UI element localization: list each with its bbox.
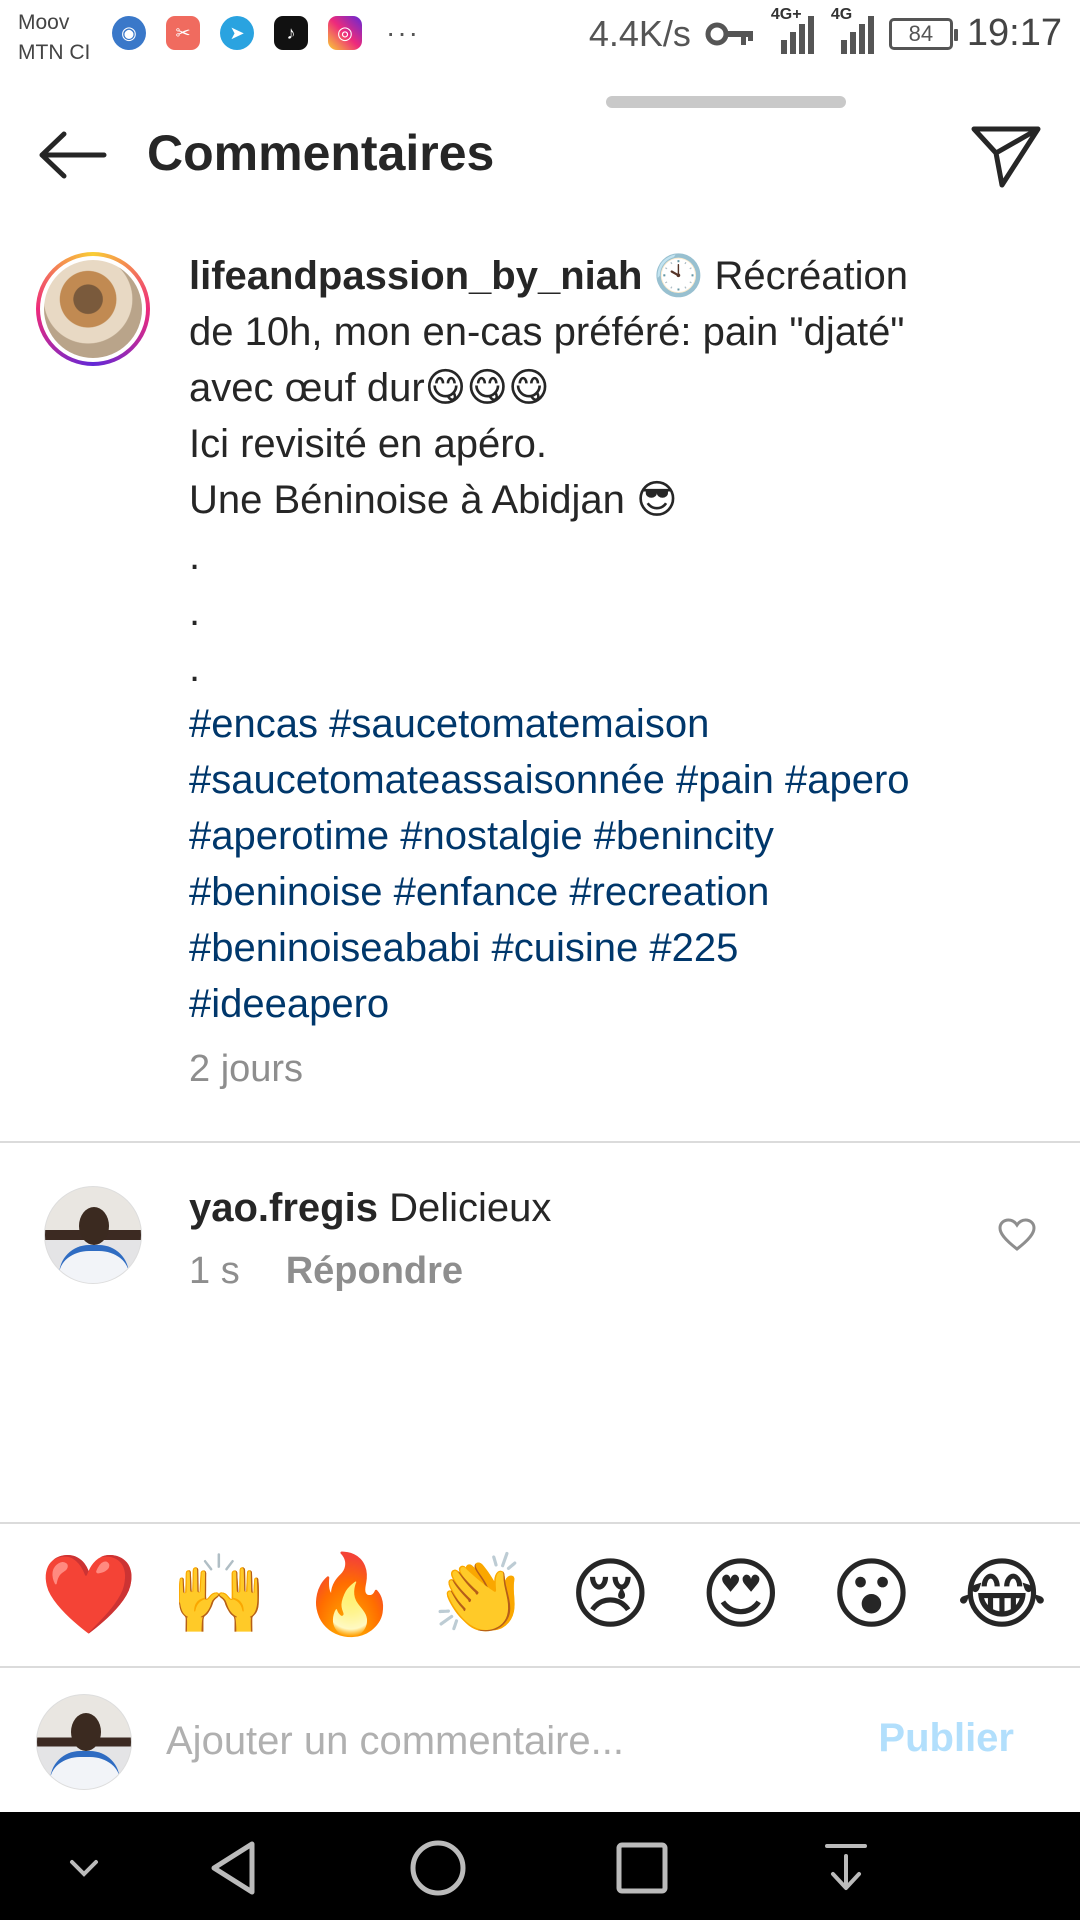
comment-meta: 1 s Répondre (189, 1250, 463, 1293)
comment-timestamp: 1 s (189, 1250, 240, 1292)
clock: 19:17 (966, 12, 1062, 54)
emoji-heart[interactable]: ❤️ (40, 1550, 137, 1640)
hashtag-line[interactable]: #beninoise #enfance #recreation (189, 864, 1029, 920)
nav-notification-button[interactable] (816, 1838, 876, 1898)
hashtag-line[interactable]: #encas #saucetomatemaison (189, 696, 1029, 752)
status-right: 4.4K/s 4G+ 4G 84 19:17 (588, 6, 1062, 55)
hashtag-line[interactable]: #ideeapero (189, 976, 1029, 1032)
comment-input-bar: Publier (0, 1668, 1080, 1810)
app-notification-icon: ◉ (112, 16, 146, 50)
network-speed: 4.4K/s (588, 12, 691, 54)
vpn-key-icon (705, 22, 753, 45)
status-bar: Moov MTN CI ◉ ✂ ➤ ♪ ◎ ··· 4.4K/s 4G+ 4G (0, 0, 1080, 72)
emoji-crying[interactable]: 😢 (562, 1550, 658, 1640)
share-button[interactable] (966, 116, 1046, 196)
comment-username[interactable]: yao.fregis (189, 1186, 378, 1230)
current-user-avatar (36, 1694, 132, 1790)
comment-body: yao.fregis Delicieux (189, 1182, 551, 1234)
hashtag-line[interactable]: #beninoiseababi #cuisine #225 (189, 920, 1029, 976)
circle-home-icon (410, 1840, 466, 1896)
like-comment-button[interactable] (994, 1212, 1040, 1258)
system-nav-bar (0, 1812, 1080, 1920)
nav-home-button[interactable] (408, 1838, 468, 1898)
caption-line: . (189, 534, 201, 578)
signal-2-type: 4G (830, 5, 853, 23)
caption-line: . (189, 646, 201, 690)
more-notifications-icon: ··· (386, 17, 420, 48)
nav-back-button[interactable] (204, 1838, 264, 1898)
avatar-face (79, 1207, 109, 1245)
comment-input[interactable] (166, 1708, 866, 1774)
avatar-shirt (59, 1245, 129, 1283)
reply-button[interactable]: Répondre (286, 1250, 463, 1293)
caption-first-line: lifeandpassion_by_niah 🕙 Récréation (189, 248, 1029, 304)
carrier-label: Moov MTN CI (18, 8, 90, 68)
carrier-1: Moov (18, 11, 70, 34)
emoji-laughing[interactable]: 😂 (954, 1550, 1050, 1640)
avatar-border (40, 256, 146, 362)
emoji-surprised[interactable]: 😮 (823, 1550, 919, 1640)
emoji-raising-hands[interactable]: 🙌 (171, 1550, 268, 1640)
author-avatar[interactable] (36, 252, 150, 366)
signal-1-type: 4G+ (770, 5, 802, 23)
pull-down-icon (825, 1844, 867, 1890)
commenter-avatar[interactable] (44, 1186, 142, 1284)
hashtag-line[interactable]: #saucetomateassaisonnée #pain #apero (189, 752, 1029, 808)
divider (0, 1141, 1080, 1143)
carrier-2: MTN CI (18, 41, 91, 64)
emoji-quick-bar: ❤️ 🙌 🔥 👏 😢 😍 😮 😂 (0, 1524, 1080, 1666)
caption-line: . (189, 590, 201, 634)
publish-button[interactable]: Publier (878, 1716, 1014, 1761)
caption-line: Une Béninoise à Abidjan 😎 (189, 478, 678, 522)
header: Commentaires (0, 108, 1080, 218)
comment-item: yao.fregis Delicieux 1 s Répondre (0, 1172, 1080, 1312)
avatar-face (71, 1713, 101, 1751)
heart-outline-icon (998, 1218, 1036, 1251)
arrow-left-icon (39, 131, 107, 179)
notification-icons: ◉ ✂ ➤ ♪ ◎ ··· (112, 16, 420, 50)
triangle-back-icon (211, 1841, 255, 1895)
emoji-fire[interactable]: 🔥 (301, 1550, 398, 1640)
avatar-shirt (50, 1751, 120, 1789)
instagram-icon: ◎ (328, 16, 362, 50)
emoji-heart-eyes[interactable]: 😍 (693, 1550, 789, 1640)
nav-collapse-button[interactable] (54, 1838, 114, 1898)
avatar-image (44, 260, 142, 358)
back-button[interactable] (34, 116, 112, 194)
scissors-app-icon: ✂ (166, 16, 200, 50)
post-caption: lifeandpassion_by_niah 🕙 Récréation de 1… (0, 248, 1080, 1142)
telegram-icon: ➤ (220, 16, 254, 50)
page-title: Commentaires (147, 125, 495, 181)
caption-username[interactable]: lifeandpassion_by_niah (189, 254, 642, 298)
caption-timestamp: 2 jours (189, 1048, 304, 1090)
sheet-handle[interactable] (606, 96, 846, 108)
nav-recents-button[interactable] (612, 1838, 672, 1898)
caption-text: lifeandpassion_by_niah 🕙 Récréation de 1… (189, 248, 1029, 1032)
chevron-down-icon (70, 1860, 98, 1877)
signal-1: 4G+ (769, 6, 815, 54)
square-recents-icon (616, 1842, 668, 1894)
caption-line: Ici revisité en apéro. (189, 422, 547, 466)
caption-line: de 10h, mon en-cas préféré: pain "djaté" (189, 310, 905, 354)
caption-line: avec œuf dur😋😋😋 (189, 366, 550, 410)
hashtag-line[interactable]: #aperotime #nostalgie #benincity (189, 808, 1029, 864)
emoji-clapping[interactable]: 👏 (432, 1550, 529, 1640)
paper-plane-icon (971, 126, 1041, 188)
tiktok-icon: ♪ (274, 16, 308, 50)
caption-line: 🕙 Récréation (653, 254, 908, 298)
comment-text: Delicieux (389, 1186, 552, 1230)
signal-2: 4G (829, 6, 875, 54)
battery-indicator: 84 (888, 17, 958, 50)
